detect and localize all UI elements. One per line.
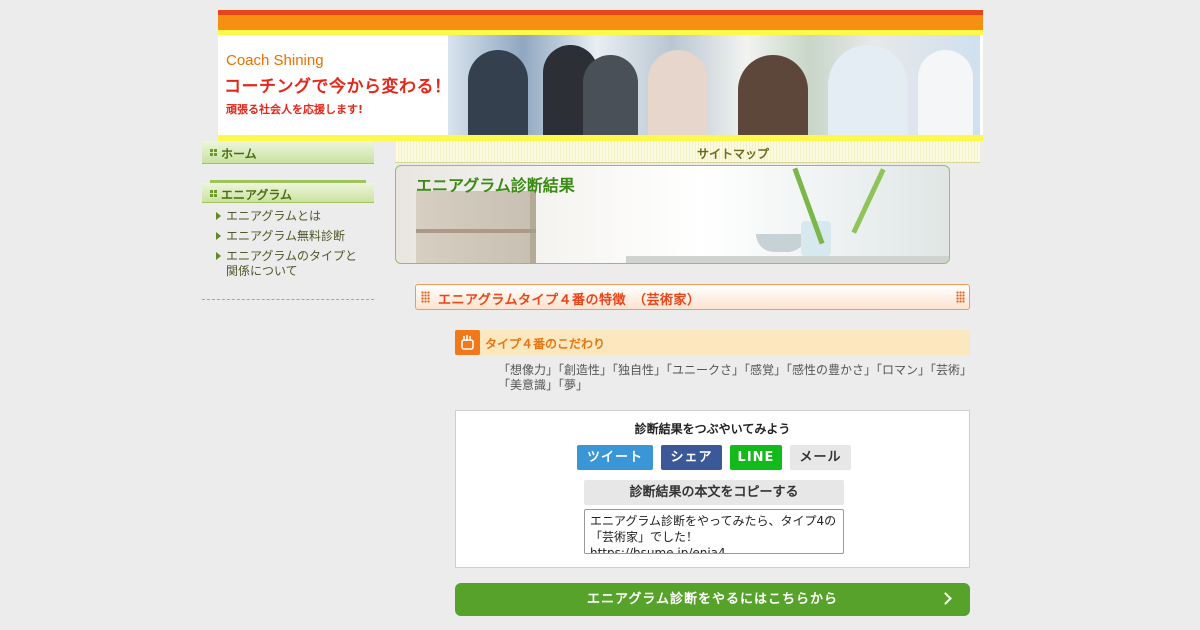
sidebar-item-enneagram-about[interactable]: エニアグラムとは [216,209,376,224]
sidebar-section-label: エニアグラム [221,188,293,202]
banner-photo-collage [448,35,980,135]
triangle-right-icon [216,252,221,260]
photo-person-3 [583,55,638,135]
page-hero: エニアグラム診断結果 [395,165,950,264]
mail-share-button[interactable]: メール [790,445,851,470]
copy-result-button[interactable]: 診断結果の本文をコピーする [584,480,844,505]
banner-stripe-orange [218,15,983,30]
sub-heading: タイプ４番のこだわり [455,330,970,355]
hero-shelf-image [416,191,536,263]
start-diagnosis-button[interactable]: エニアグラム診断をやるにはこちらから [455,583,970,616]
dots-icon [956,291,965,303]
banner-content: Coach Shining コーチングで今から変わる！ 頑張る社会人を応援します… [220,35,980,135]
sidebar-dashed-divider [202,299,374,300]
page-title: エニアグラム診断結果 [416,176,575,195]
hero-plant-image [851,168,886,234]
sitemap-link[interactable]: サイトマップ [697,145,769,162]
line-share-button[interactable]: LINE [730,445,782,470]
triangle-right-icon [216,212,221,220]
sidebar-item-label: ホーム [221,147,257,161]
site-subcopy: 頑張る社会人を応援します! [226,103,364,116]
sidebar-item-home[interactable]: ホーム [202,141,374,164]
photo-person-5 [738,55,808,135]
hero-table-image [626,256,949,263]
site-header-banner[interactable]: Coach Shining コーチングで今から変わる！ 頑張る社会人を応援します… [218,10,983,141]
photo-person-1 [468,50,528,135]
grid-bullet-icon [210,190,217,197]
sidebar-item-label: エニアグラム無料診断 [226,229,346,243]
sidebar-item-label: エニアグラムのタイプと関係について [226,249,358,278]
share-title: 診断結果をつぶやいてみよう [634,422,791,436]
section-heading: エニアグラムタイプ４番の特徴 （芸術家） [415,284,970,310]
type-keywords: 「想像力」「創造性」「独自性」「ユニークさ」「感覚」「感性の豊かさ」「ロマン」「… [498,363,967,392]
sidebar-menu: エニアグラムとは エニアグラム無料診断 エニアグラムのタイプと関係について [216,209,376,284]
sidebar-item-label: エニアグラムとは [226,209,322,223]
chevron-right-icon [939,592,952,605]
dots-icon [421,291,430,303]
sub-title: タイプ４番のこだわり [485,337,606,351]
photo-person-7 [918,50,973,135]
triangle-right-icon [216,232,221,240]
section-title: エニアグラムタイプ４番の特徴 （芸術家） [438,293,701,308]
sidebar-item-enneagram-free-test[interactable]: エニアグラム無料診断 [216,229,376,244]
cta-label: エニアグラム診断をやるにはこちらから [587,592,838,607]
site-name: Coach Shining [226,52,324,69]
sitemap-bar: サイトマップ [395,141,980,163]
sidebar-section-enneagram: エニアグラム [202,183,374,203]
photo-person-4 [648,50,708,135]
sidebar-item-enneagram-types[interactable]: エニアグラムのタイプと関係について [216,249,366,279]
site-catchphrase: コーチングで今から変わる！ [224,77,452,97]
share-panel: 診断結果をつぶやいてみよう ツイート シェア LINE メール 診断結果の本文を… [455,410,970,568]
hand-icon [455,330,480,355]
tweet-button[interactable]: ツイート [577,445,653,470]
facebook-share-button[interactable]: シェア [661,445,722,470]
grid-bullet-icon [210,149,217,156]
copy-result-textarea[interactable]: エニアグラム診断をやってみたら、タイプ4の「芸術家」でした！ https://h… [584,509,844,554]
hero-bowl-image [756,234,806,252]
photo-person-6 [828,45,908,135]
